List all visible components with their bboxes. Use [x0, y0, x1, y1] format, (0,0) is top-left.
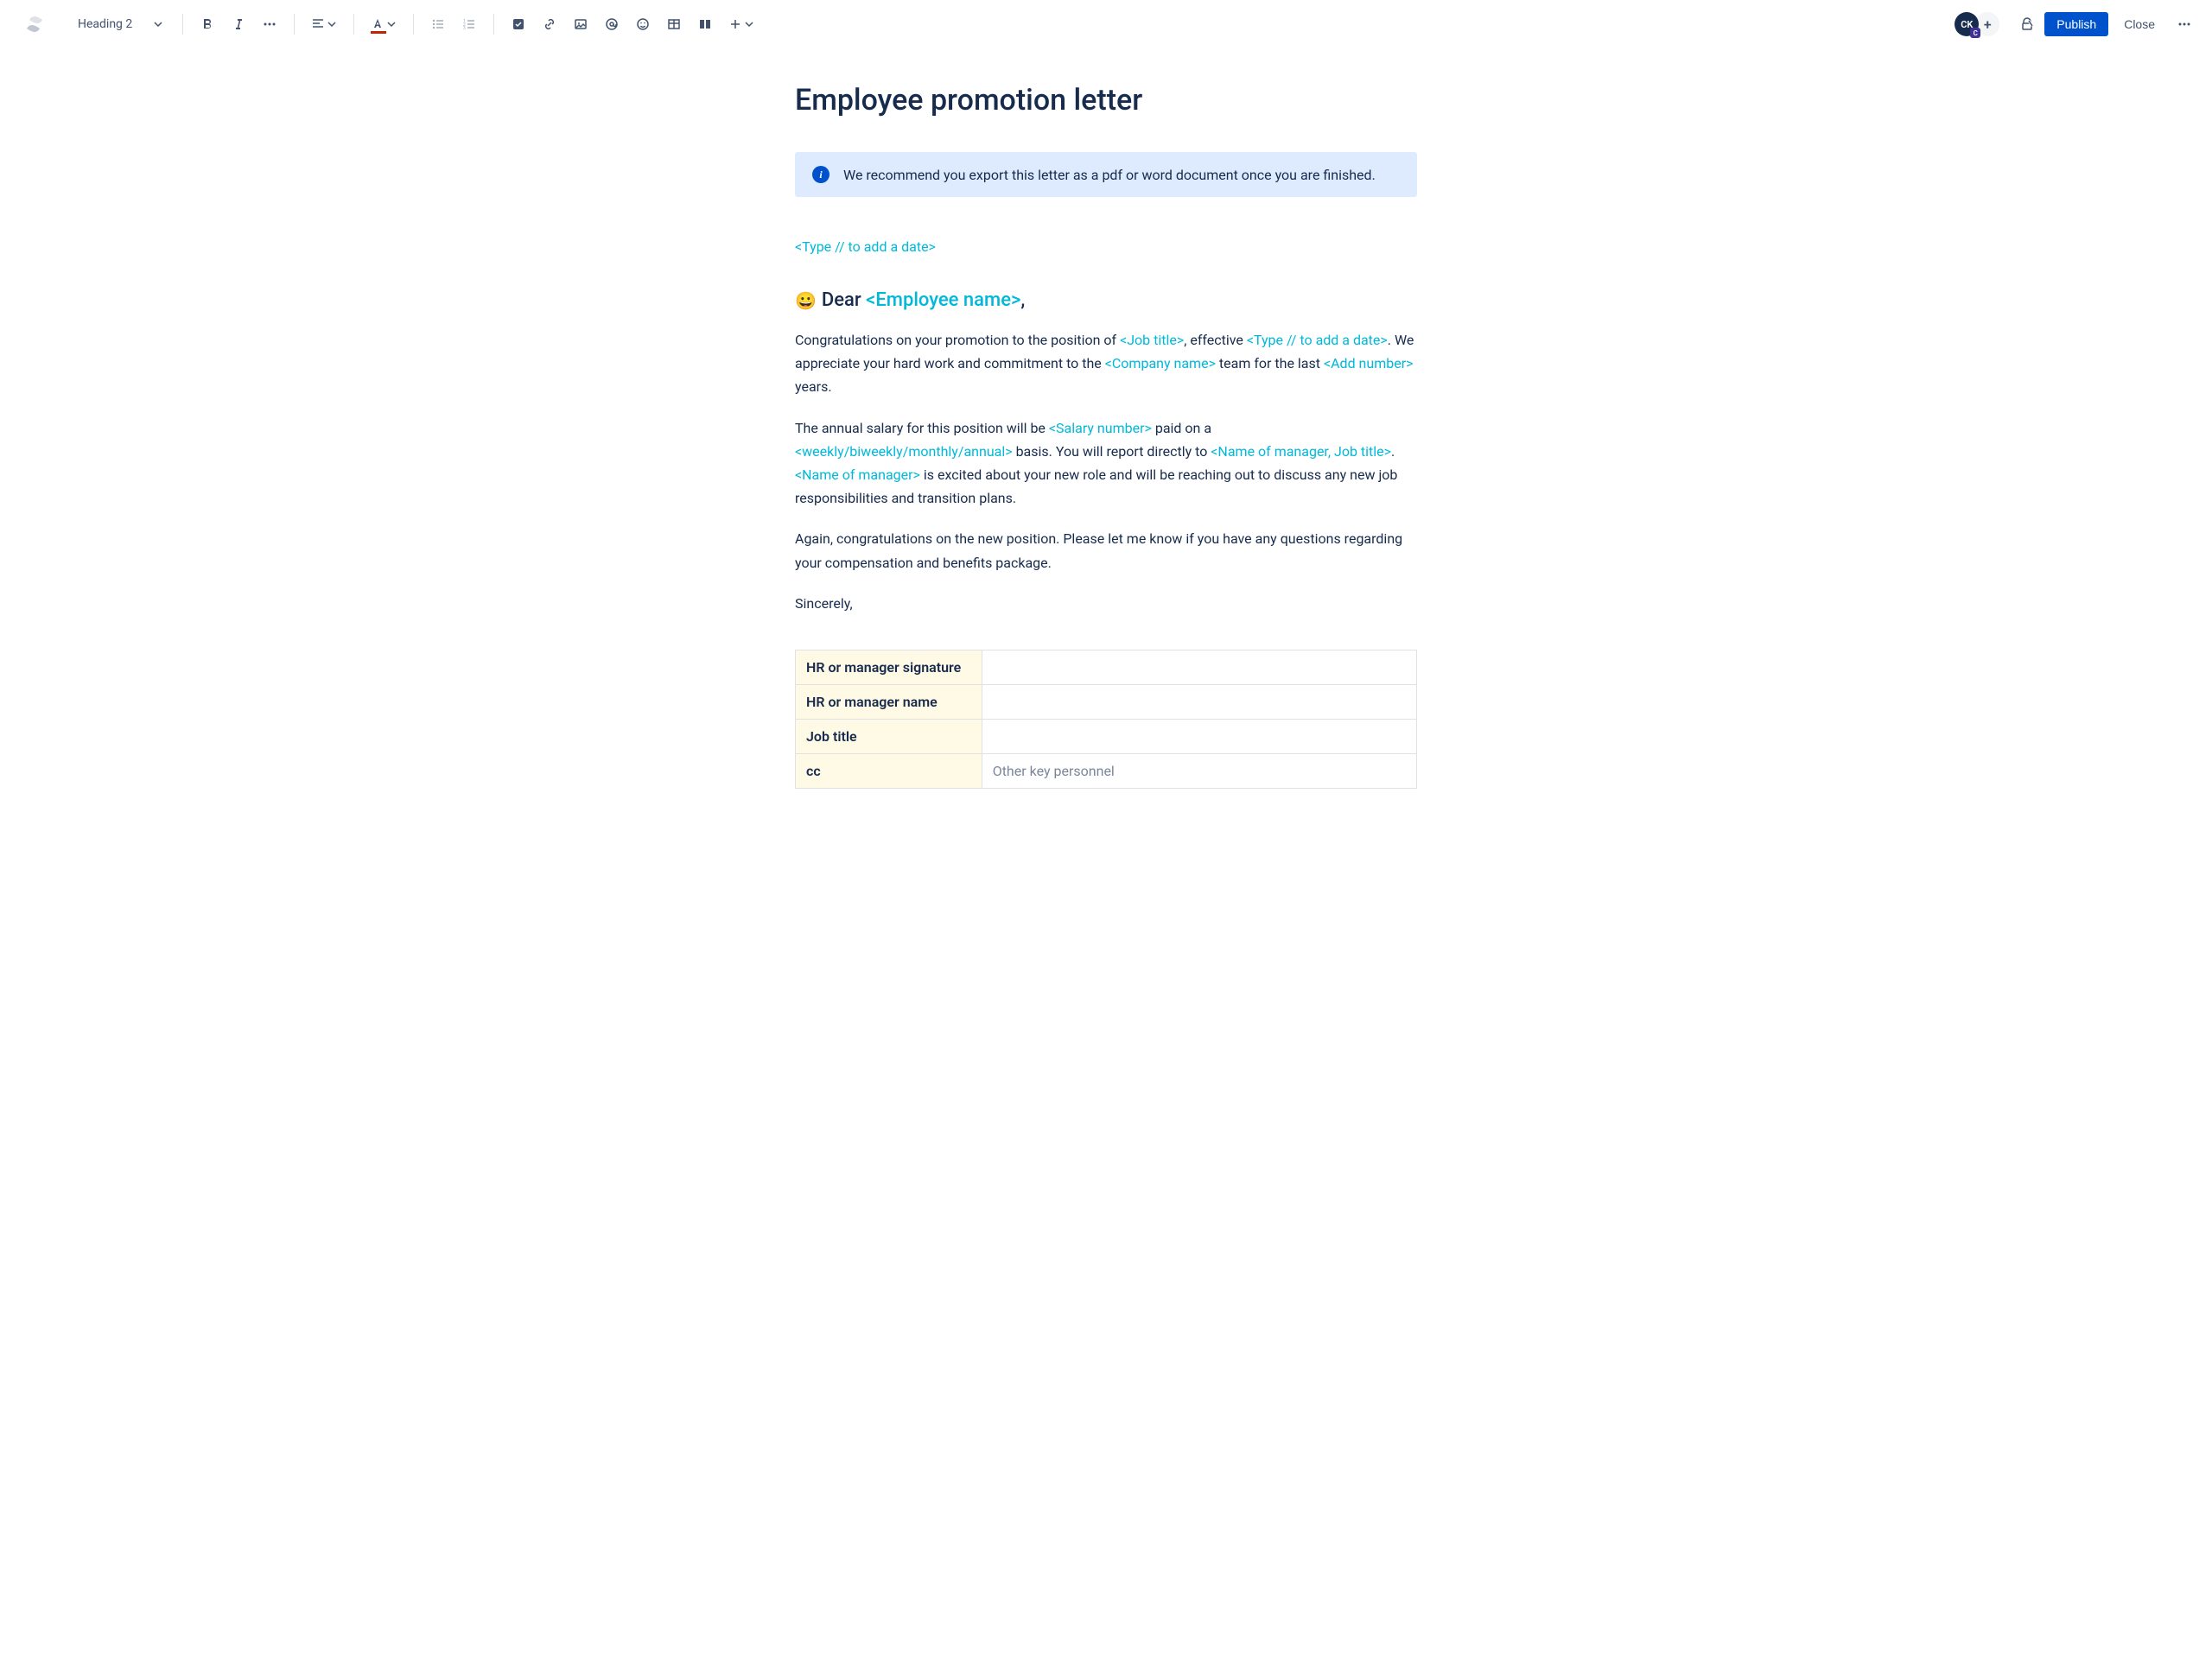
table-header-cell[interactable]: HR or manager signature [796, 650, 982, 684]
numbered-list-button[interactable]: 123 [455, 10, 483, 38]
company-name-placeholder: <Company name> [1105, 355, 1216, 371]
table-row[interactable]: cc Other key personnel [796, 753, 1417, 788]
editor-toolbar: Heading 2 123 [0, 0, 2212, 48]
chevron-down-icon [386, 19, 397, 29]
pay-period-placeholder: <weekly/biweekly/monthly/annual> [795, 443, 1013, 460]
more-formatting-button[interactable] [256, 10, 283, 38]
table-row[interactable]: HR or manager signature [796, 650, 1417, 684]
text-style-label: Heading 2 [78, 17, 132, 31]
manager-name-placeholder: <Name of manager> [795, 466, 920, 483]
signoff[interactable]: Sincerely, [795, 592, 1417, 615]
table-cell[interactable] [982, 684, 1416, 719]
document-content[interactable]: Employee promotion letter i We recommend… [778, 48, 1434, 823]
table-cell[interactable]: Other key personnel [982, 753, 1416, 788]
svg-text:3: 3 [463, 26, 466, 31]
bullet-list-button[interactable] [424, 10, 452, 38]
more-actions-button[interactable] [2171, 10, 2198, 38]
restrictions-button[interactable] [2013, 10, 2041, 38]
alignment-button[interactable] [305, 10, 343, 38]
mention-button[interactable] [598, 10, 626, 38]
italic-button[interactable] [225, 10, 252, 38]
table-cell[interactable] [982, 650, 1416, 684]
job-title-placeholder: <Job title> [1120, 332, 1184, 348]
table-row[interactable]: HR or manager name [796, 684, 1417, 719]
table-cell[interactable] [982, 719, 1416, 753]
salary-placeholder: <Salary number> [1049, 420, 1152, 436]
publish-button[interactable]: Publish [2044, 12, 2108, 36]
emoji-button[interactable] [629, 10, 657, 38]
chevron-down-icon [327, 19, 337, 29]
insert-button[interactable] [722, 10, 760, 38]
info-icon: i [812, 166, 830, 183]
body-paragraph-1[interactable]: Congratulations on your promotion to the… [795, 328, 1417, 399]
greeting-heading[interactable]: 😀 Dear <Employee name>, [795, 289, 1417, 311]
years-number-placeholder: <Add number> [1324, 355, 1414, 371]
confluence-icon [24, 14, 45, 35]
table-button[interactable] [660, 10, 688, 38]
confluence-logo [14, 14, 55, 35]
page-title[interactable]: Employee promotion letter [795, 83, 1417, 117]
table-row[interactable]: Job title [796, 719, 1417, 753]
text-style-select[interactable]: Heading 2 [69, 14, 172, 35]
image-button[interactable] [567, 10, 594, 38]
divider [294, 14, 295, 35]
table-header-cell[interactable]: Job title [796, 719, 982, 753]
body-paragraph-3[interactable]: Again, congratulations on the new positi… [795, 527, 1417, 574]
table-header-cell[interactable]: HR or manager name [796, 684, 982, 719]
manager-title-placeholder: <Name of manager, Job title> [1211, 443, 1391, 460]
divider [182, 14, 183, 35]
divider [413, 14, 414, 35]
close-button[interactable]: Close [2112, 12, 2167, 36]
body-paragraph-2[interactable]: The annual salary for this position will… [795, 416, 1417, 511]
avatar-stack: CK + [1955, 12, 1999, 36]
chevron-down-icon [744, 19, 754, 29]
user-avatar[interactable]: CK [1955, 12, 1979, 36]
link-button[interactable] [536, 10, 563, 38]
text-color-button[interactable] [365, 10, 403, 38]
info-panel-text: We recommend you export this letter as a… [843, 167, 1376, 183]
layouts-button[interactable] [691, 10, 719, 38]
divider [493, 14, 494, 35]
smile-emoji: 😀 [795, 290, 817, 311]
action-item-button[interactable] [505, 10, 532, 38]
bold-button[interactable] [194, 10, 221, 38]
info-panel[interactable]: i We recommend you export this letter as… [795, 152, 1417, 197]
table-header-cell[interactable]: cc [796, 753, 982, 788]
signature-table[interactable]: HR or manager signature HR or manager na… [795, 650, 1417, 789]
divider [353, 14, 354, 35]
employee-name-placeholder: <Employee name> [866, 289, 1020, 311]
chevron-down-icon [153, 19, 163, 29]
date-placeholder: <Type // to add a date> [795, 238, 936, 255]
date-placeholder-line[interactable]: <Type // to add a date> [795, 238, 1417, 255]
effective-date-placeholder: <Type // to add a date> [1247, 332, 1388, 348]
text-color-swatch [371, 31, 386, 34]
